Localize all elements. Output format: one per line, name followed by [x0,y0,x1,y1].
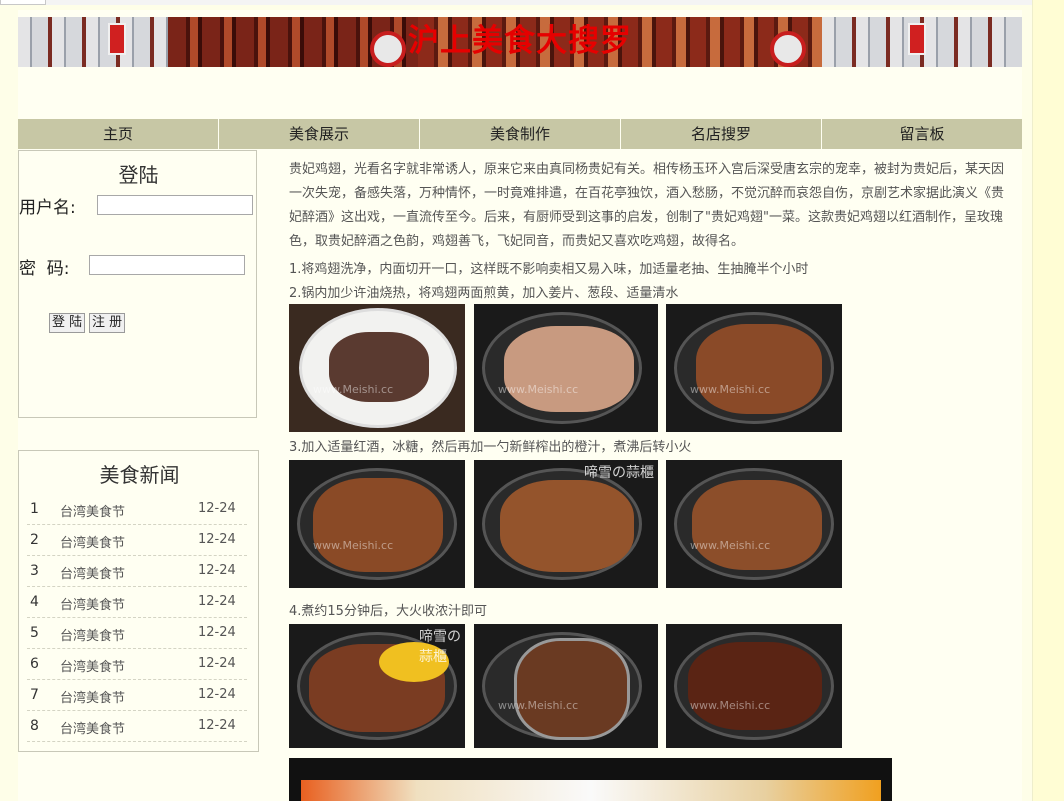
recipe-photo: www.Meishi.cc [474,304,658,432]
watermark-text: www.Meishi.cc [313,539,394,552]
recipe-photo: www.Meishi.cc [666,304,842,432]
news-item-title[interactable]: 台湾美食节 [60,687,125,706]
news-item-date: 12-24 [198,501,236,516]
recipe-photo: www.Meishi.cc [474,624,658,748]
watermark-text: www.Meishi.cc [690,699,771,712]
recipe-photo: www.Meishi.cc [666,624,842,748]
watermark-text: www.Meishi.cc [690,539,771,552]
news-item-date: 12-24 [198,687,236,702]
news-item-title[interactable]: 台湾美食节 [60,532,125,551]
watermark-text: www.Meishi.cc [498,383,579,396]
author-watermark: 啼雪の蒜櫃 [584,465,654,481]
nav-item-famous-shops[interactable]: 名店搜罗 [621,119,822,149]
login-panel: 登陆 用户名: 密 码: 登 陆 注 册 [18,150,257,418]
main-nav: 主页 美食展示 美食制作 名店搜罗 留言板 [18,119,1022,149]
news-item[interactable]: 3 台湾美食节 12-24 [27,557,247,587]
news-item-date: 12-24 [198,625,236,640]
login-title: 登陆 [118,163,159,187]
news-item[interactable]: 1 台湾美食节 12-24 [27,495,247,525]
nav-item-food-showcase[interactable]: 美食展示 [219,119,420,149]
news-item-title[interactable]: 台湾美食节 [60,594,125,613]
recipe-photo: www.Meishi.cc [666,460,842,588]
recipe-step-2: 2.锅内加少许油烧热，将鸡翅两面煎黄，加入姜片、葱段、适量清水 [289,286,679,301]
news-item-number: 7 [30,687,39,703]
recipe-photo: 啼雪の蒜櫃 [474,460,658,588]
recipe-step-1: 1.将鸡翅洗净，内面切开一口，这样既不影响卖相又易入味，加适量老抽、生抽腌半个小… [289,262,809,277]
news-item-number: 1 [30,501,39,517]
author-watermark: 啼雪の蒜櫃 [419,629,461,665]
browser-tab[interactable] [0,0,46,5]
chicken-wings-food [692,480,822,570]
news-item-date: 12-24 [198,594,236,609]
news-item-date: 12-24 [198,656,236,671]
news-item[interactable]: 2 台湾美食节 12-24 [27,526,247,556]
chicken-wings-food [688,642,822,730]
nav-item-food-making[interactable]: 美食制作 [420,119,621,149]
header-banner: 沪上美食大搜罗 [18,17,1022,67]
recipe-photo: www.Meishi.cc [289,304,465,432]
news-item[interactable]: 6 台湾美食节 12-24 [27,650,247,680]
nav-item-message-board[interactable]: 留言板 [822,119,1022,149]
news-item-number: 6 [30,656,39,672]
news-item-number: 8 [30,718,39,734]
chicken-wings-food [313,478,443,572]
watermark-text: www.Meishi.cc [690,383,771,396]
password-label: 密 码: [19,259,70,279]
news-item-number: 2 [30,532,39,548]
news-item[interactable]: 7 台湾美食节 12-24 [27,681,247,711]
food-news-panel: 美食新闻 1 台湾美食节 12-24 2 台湾美食节 12-24 3 台湾美食节 12-24… [18,450,259,752]
recipe-step-4: 4.煮约15分钟后，大火收浓汁即可 [289,604,487,619]
news-item-title[interactable]: 台湾美食节 [60,501,125,520]
username-label: 用户名: [19,198,76,218]
recipe-photo: www.Meishi.cc [289,460,465,588]
vertical-scrollbar[interactable] [1032,0,1064,801]
news-title: 美食新闻 [99,463,180,487]
site-title: 沪上美食大搜罗 [408,23,632,59]
recipe-step-3: 3.加入适量红酒，冰糖，然后再加一勺新鲜榨出的橙汁，煮沸后转小火 [289,440,692,455]
recipe-photo: 啼雪の蒜櫃 [289,624,465,748]
news-item-title[interactable]: 台湾美食节 [60,718,125,737]
news-item-number: 5 [30,625,39,641]
watermark-text: www.Meishi.cc [498,699,579,712]
news-item-date: 12-24 [198,563,236,578]
login-button[interactable]: 登 陆 [49,313,86,333]
news-item-title[interactable]: 台湾美食节 [60,656,125,675]
news-item[interactable]: 8 台湾美食节 12-24 [27,712,247,742]
chicken-wings-food [696,324,822,414]
news-item[interactable]: 4 台湾美食节 12-24 [27,588,247,618]
chicken-wings-food [504,326,634,412]
news-item-date: 12-24 [198,532,236,547]
finished-dish-photo [289,758,892,801]
username-input[interactable] [97,195,253,215]
recipe-intro: 贵妃鸡翅，光看名字就非常诱人，原来它来由真同杨贵妃有关。相传杨玉环入宫后深受唐玄… [289,162,1005,249]
browser-top-strip [0,0,1064,5]
news-item-title[interactable]: 台湾美食节 [60,563,125,582]
pot-lid [514,638,630,740]
plate-shape [301,780,881,801]
nav-item-home[interactable]: 主页 [18,119,219,149]
news-list: 1 台湾美食节 12-24 2 台湾美食节 12-24 3 台湾美食节 12-24 4 台湾美… [27,495,247,743]
register-button[interactable]: 注 册 [89,313,126,333]
news-item-title[interactable]: 台湾美食节 [60,625,125,644]
recipe-article: 贵妃鸡翅，光看名字就非常诱人，原来它来由真同杨贵妃有关。相传杨玉环入宫后深受唐玄… [289,158,1024,254]
chicken-wings-food [500,480,634,572]
news-item[interactable]: 5 台湾美食节 12-24 [27,619,247,649]
news-item-number: 4 [30,594,39,610]
watermark-text: www.Meishi.cc [313,383,394,396]
password-input[interactable] [89,255,245,275]
news-item-date: 12-24 [198,718,236,733]
news-item-number: 3 [30,563,39,579]
